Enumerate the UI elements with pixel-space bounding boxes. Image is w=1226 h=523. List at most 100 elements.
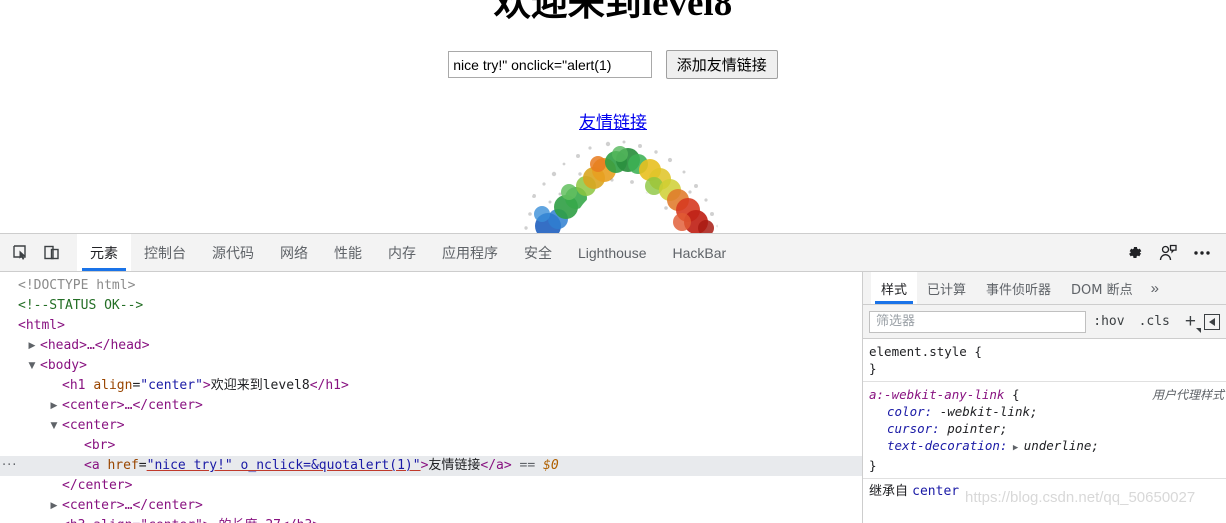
- new-style-rule-button[interactable]: +: [1177, 311, 1202, 333]
- css-close-brace: }: [869, 458, 877, 473]
- tab-computed[interactable]: 已计算: [917, 272, 976, 304]
- twisty-expanded-icon[interactable]: ▼: [26, 356, 38, 376]
- styles-panel: 样式 已计算 事件侦听器 DOM 断点 » :hov .cls +: [863, 272, 1226, 523]
- add-friend-link-button[interactable]: 添加友情链接: [665, 50, 778, 79]
- toggle-element-classes-button[interactable]: .cls: [1132, 314, 1177, 329]
- css-property-value[interactable]: -webkit-link;: [940, 404, 1038, 419]
- tab-sources[interactable]: 源代码: [199, 234, 267, 271]
- feedback-person-icon[interactable]: [1154, 239, 1182, 267]
- dom-line-center-2[interactable]: ▼ <center>: [0, 416, 862, 436]
- css-rules-area: element.style { } 用户代理样式 a:-webkit-any-l…: [863, 339, 1226, 502]
- dom-h1-close-bracket: >: [202, 378, 211, 393]
- dom-selected-marker: ==: [511, 458, 544, 473]
- tab-security[interactable]: 安全: [511, 234, 565, 271]
- dom-line-comment[interactable]: <!--STATUS OK-->: [0, 296, 862, 316]
- styles-filter-bar: :hov .cls +: [863, 305, 1226, 339]
- tab-lighthouse[interactable]: Lighthouse: [565, 234, 660, 271]
- dom-line-center-close[interactable]: </center>: [0, 476, 862, 496]
- dom-text-center-close: </center>: [62, 478, 133, 493]
- css-property-value[interactable]: pointer;: [947, 421, 1007, 436]
- css-rule-header: element.style {: [869, 343, 1226, 360]
- css-close-brace: }: [869, 361, 877, 376]
- dom-text-head: <head>…</head>: [40, 338, 150, 353]
- rendered-page: 欢迎来到level8 添加友情链接 友情链接: [0, 0, 1226, 233]
- toggle-hover-states-button[interactable]: :hov: [1086, 314, 1131, 329]
- dom-h1-attr-name[interactable]: align: [93, 378, 132, 393]
- dom-h1-attr-value[interactable]: "center": [140, 378, 203, 393]
- plus-icon: +: [1184, 311, 1196, 332]
- dom-line-h1[interactable]: <h1 align="center">欢迎来到level8</h1>: [0, 376, 862, 396]
- hidden-nodes-ellipsis-icon[interactable]: ···: [2, 456, 17, 476]
- tab-styles[interactable]: 样式: [871, 272, 918, 304]
- dom-line-center-1[interactable]: ▶ <center>…</center>: [0, 396, 862, 416]
- dom-h1-tagname: h1: [69, 378, 86, 393]
- tab-elements[interactable]: 元素: [77, 234, 131, 271]
- dom-text-center-1: <center>…</center>: [62, 398, 203, 413]
- device-toolbar-icon[interactable]: [36, 234, 67, 271]
- dom-line-html[interactable]: <html>: [0, 316, 862, 336]
- tab-console[interactable]: 控制台: [131, 234, 199, 271]
- dom-a-attr-name[interactable]: href: [107, 458, 138, 473]
- expand-shorthand-icon[interactable]: ▶: [1007, 443, 1023, 453]
- dom-h1-closing-tag: </h1>: [309, 378, 349, 393]
- twisty-collapsed-icon[interactable]: ▶: [26, 336, 38, 356]
- inherited-from-selector[interactable]: center: [912, 484, 959, 499]
- dom-line-center-3[interactable]: ▶ <center>…</center>: [0, 496, 862, 516]
- dom-a-open-bracket: <: [84, 458, 92, 473]
- css-selector[interactable]: element.style: [869, 344, 967, 359]
- link-input[interactable]: [448, 51, 653, 78]
- dom-line-anchor-selected[interactable]: ··· <a href="nice try!" o_nclick=&quotal…: [0, 456, 862, 476]
- css-rule-origin: 用户代理样式: [1151, 388, 1224, 402]
- css-colon: :: [924, 404, 940, 419]
- dom-line-doctype[interactable]: <!DOCTYPE html>: [0, 276, 862, 296]
- more-options-icon[interactable]: [1188, 239, 1216, 267]
- dom-tree-panel[interactable]: <!DOCTYPE html> <!--STATUS OK--> <html> …: [0, 272, 862, 523]
- css-declaration-text-decoration[interactable]: text-decoration: ▶ underline;: [869, 437, 1226, 457]
- dom-a-text: 友情链接: [428, 458, 481, 473]
- more-tabs-icon[interactable]: »: [1143, 272, 1167, 304]
- css-property-name[interactable]: text-decoration: [887, 438, 1000, 453]
- css-property-value[interactable]: underline;: [1024, 438, 1099, 453]
- gear-icon[interactable]: [1120, 239, 1148, 267]
- dom-text-body: <body>: [40, 358, 87, 373]
- dom-h1-text: 欢迎来到level8: [210, 378, 310, 393]
- tab-performance[interactable]: 性能: [321, 234, 375, 271]
- friend-link[interactable]: 友情链接: [579, 113, 647, 132]
- dom-text-comment: <!--STATUS OK-->: [18, 298, 144, 313]
- dom-line-body[interactable]: ▼ <body>: [0, 356, 862, 376]
- twisty-expanded-icon[interactable]: ▼: [48, 416, 60, 436]
- twisty-collapsed-icon[interactable]: ▶: [48, 496, 60, 516]
- css-rule-element-style[interactable]: element.style { }: [863, 339, 1226, 381]
- caret-icon: [1196, 328, 1201, 333]
- tab-dom-breakpoints[interactable]: DOM 断点: [1061, 272, 1143, 304]
- tab-application[interactable]: 应用程序: [429, 234, 511, 271]
- css-open-brace: {: [974, 344, 982, 359]
- tab-network[interactable]: 网络: [267, 234, 321, 271]
- css-open-brace: {: [1012, 387, 1020, 402]
- dom-line-head[interactable]: ▶ <head>…</head>: [0, 336, 862, 356]
- inspect-element-icon[interactable]: [5, 234, 36, 271]
- dom-h1-open-bracket: <: [62, 378, 70, 393]
- css-declaration-cursor[interactable]: cursor: pointer;: [869, 420, 1226, 437]
- friend-link-row: 友情链接: [0, 108, 1226, 133]
- css-rule-anchor-link[interactable]: 用户代理样式 a:-webkit-any-link { color: -webk…: [863, 381, 1226, 478]
- devtools-toolbar: 元素 控制台 源代码 网络 性能 内存 应用程序 安全 Lighthouse H…: [0, 234, 1226, 272]
- dom-text-h3: <h3 align="center">…的长度 27</h3>: [62, 518, 320, 523]
- tab-event-listeners[interactable]: 事件侦听器: [976, 272, 1061, 304]
- devtools-toolbar-right: [1120, 234, 1226, 271]
- css-declaration-color[interactable]: color: -webkit-link;: [869, 403, 1226, 420]
- devtools-body: <!DOCTYPE html> <!--STATUS OK--> <html> …: [0, 272, 1226, 523]
- dom-line-h3-clipped[interactable]: <h3 align="center">…的长度 27</h3>: [0, 516, 862, 523]
- styles-filter-input[interactable]: [869, 310, 1087, 333]
- css-selector[interactable]: a:-webkit-any-link: [869, 387, 1004, 402]
- tab-memory[interactable]: 内存: [375, 234, 429, 271]
- tab-hackbar[interactable]: HackBar: [660, 234, 740, 271]
- dom-line-br[interactable]: <br>: [0, 436, 862, 456]
- dom-text-doctype: <!DOCTYPE html>: [18, 278, 136, 293]
- rainbow-splatter-image: [520, 134, 722, 233]
- css-property-name[interactable]: color: [887, 404, 925, 419]
- dom-a-attr-value[interactable]: "nice try!" o_nclick=&quotalert(1)": [147, 458, 421, 473]
- twisty-collapsed-icon[interactable]: ▶: [48, 396, 60, 416]
- css-property-name[interactable]: cursor: [887, 421, 932, 436]
- computed-sidebar-toggle-icon[interactable]: [1204, 313, 1220, 330]
